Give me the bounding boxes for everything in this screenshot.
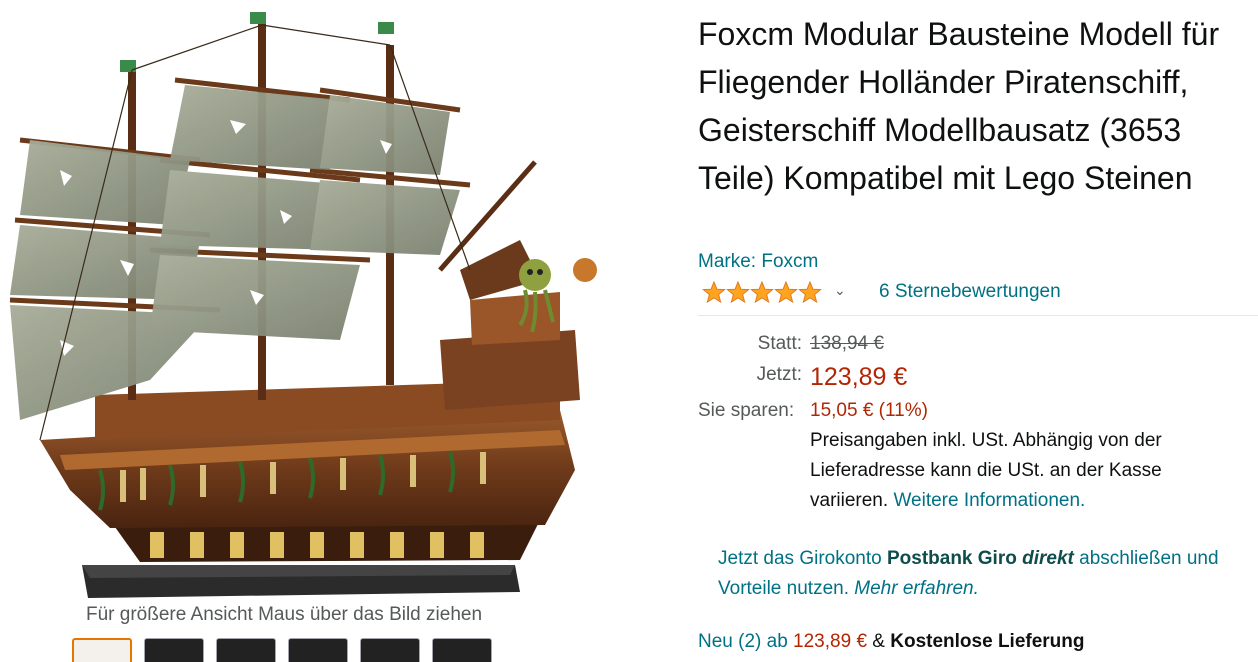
savings-label: Sie sparen: — [698, 400, 795, 421]
free-shipping: Kostenlose Lieferung — [890, 631, 1085, 652]
list-price: 138,94 € — [810, 333, 884, 354]
ratings-count-link[interactable]: 6 Sternebewertungen — [879, 281, 1061, 303]
postbank-promo: Jetzt das Girokonto Postbank Giro direkt… — [718, 544, 1248, 604]
tax-note: Preisangaben inkl. USt. Abhängig von der… — [810, 426, 1240, 516]
chevron-down-icon[interactable]: ⌄ — [834, 282, 846, 299]
offer-price: 123,89 € — [793, 631, 868, 652]
list-price-label: Statt: — [757, 333, 802, 354]
promo-brand-italic: direkt — [1022, 548, 1074, 569]
promo-text-a: Jetzt das Girokonto — [718, 548, 887, 569]
thumbnail-4[interactable] — [288, 638, 348, 662]
product-page: Für größere Ansicht Maus über das Bild z… — [0, 0, 1258, 662]
promo-more-link[interactable]: Mehr erfahren. — [854, 578, 979, 599]
star-rating-icon[interactable] — [702, 280, 822, 306]
thumbnail-6[interactable] — [432, 638, 492, 662]
new-offers-line: Neu (2) ab 123,89 € & Kostenlose Lieferu… — [698, 631, 1085, 653]
zoom-hint: Für größere Ansicht Maus über das Bild z… — [85, 604, 483, 625]
thumbnail-2[interactable] — [144, 638, 204, 662]
thumbnail-3[interactable] — [216, 638, 276, 662]
thumbnail-1[interactable] — [72, 638, 132, 662]
current-price: 123,89 € — [810, 363, 908, 391]
new-offers-link[interactable]: Neu (2) ab — [698, 631, 793, 652]
current-price-label: Jetzt: — [756, 364, 802, 385]
image-gallery: Für größere Ansicht Maus über das Bild z… — [0, 0, 600, 662]
divider — [698, 315, 1258, 316]
product-title: Foxcm Modular Bausteine Modell für Flieg… — [698, 16, 1220, 196]
product-image[interactable] — [0, 0, 600, 600]
brand-link[interactable]: Marke: Foxcm — [698, 251, 818, 273]
more-info-link[interactable]: Weitere Informationen. — [893, 490, 1085, 511]
offer-amp: & — [867, 631, 891, 652]
savings-value: 15,05 € (11%) — [810, 400, 928, 421]
thumbnail-5[interactable] — [360, 638, 420, 662]
promo-brand: Postbank Giro — [886, 548, 1017, 569]
